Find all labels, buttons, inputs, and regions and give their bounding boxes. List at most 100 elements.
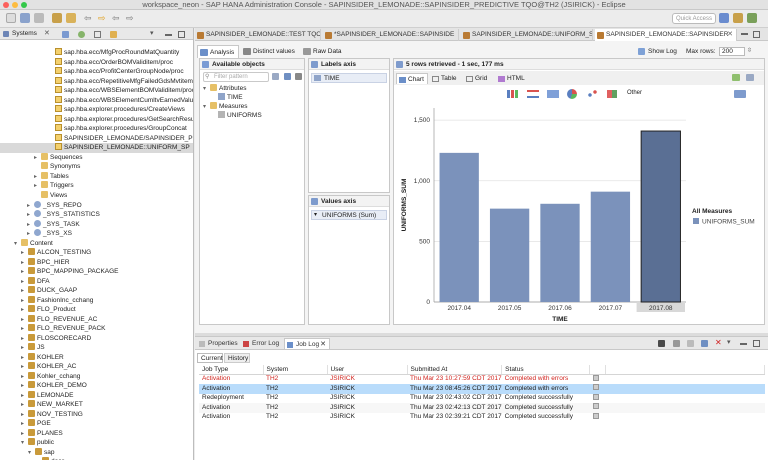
measure-toggle-icon[interactable] — [295, 73, 302, 80]
tab-distinct-values[interactable]: Distinct values — [241, 45, 299, 58]
forward-icon[interactable]: ⇨ — [98, 13, 108, 23]
bar-chart-type-icon[interactable] — [507, 90, 519, 98]
perspective-hana-icon[interactable] — [719, 13, 729, 23]
chart-settings-icon[interactable] — [734, 90, 746, 98]
tree-item[interactable]: SAPINSIDER_LEMONADE::UNIFORM_SP — [0, 143, 193, 153]
job-log-clear-icon[interactable] — [687, 340, 694, 347]
job-log-detail-icon[interactable] — [673, 340, 680, 347]
tree-item[interactable]: sap.hba.explorer.procedures/CreateViews — [0, 105, 193, 115]
job-log-action-icon[interactable] — [658, 340, 665, 347]
job-log-open-icon[interactable] — [701, 340, 708, 347]
tree-item[interactable]: ▸ NEW_MARKET — [0, 400, 193, 410]
maximize-view-icon[interactable] — [753, 340, 760, 347]
refresh-icon[interactable] — [78, 31, 85, 38]
database-icon[interactable] — [52, 13, 62, 23]
tab-html[interactable]: HTML — [496, 73, 530, 84]
area-chart-type-icon[interactable] — [547, 90, 559, 98]
minimize-editor-icon[interactable] — [741, 33, 748, 35]
tree-item[interactable]: ▸ BPC_MAPPING_PACKAGE — [0, 267, 193, 277]
tab-grid[interactable]: Grid — [464, 73, 494, 84]
tab-raw-data[interactable]: Raw Data — [301, 45, 347, 58]
tree-item[interactable]: ▸ _SYS_STATISTICS — [0, 210, 193, 220]
measure-uniforms[interactable]: UNIFORMS — [218, 111, 262, 121]
tab-error-log[interactable]: Error Log — [241, 338, 283, 349]
attribute-toggle-icon[interactable] — [284, 73, 291, 80]
tree-item[interactable]: ▸ PGE — [0, 419, 193, 429]
maximize-window-icon[interactable] — [21, 2, 27, 8]
tree-item[interactable]: ▸ Triggers — [0, 181, 193, 191]
log-details-icon[interactable] — [592, 384, 599, 390]
column-header[interactable]: User — [327, 365, 408, 375]
editor-tab[interactable]: SAPINSIDER_LEMONADE::TEST TQO@ — [195, 29, 321, 41]
tree-item[interactable]: Views — [0, 191, 193, 201]
close-window-icon[interactable] — [3, 2, 9, 8]
tree-item[interactable]: sap.hba.ecc/MfgProcRoundMatQuantity — [0, 48, 193, 58]
nav-next-icon[interactable]: ⇨ — [126, 13, 136, 23]
bar[interactable] — [439, 152, 479, 302]
tree-item[interactable]: Synonyms — [0, 162, 193, 172]
table-row[interactable]: Activation TH2 JSIRICK Thu Mar 23 02:42:13 … — [199, 403, 765, 413]
line-chart-type-icon[interactable] — [527, 90, 539, 98]
close-icon[interactable]: ✕ — [44, 28, 50, 40]
perspective-modeler-icon[interactable] — [747, 13, 757, 23]
tab-job-log[interactable]: Job Log ✕ — [284, 338, 330, 349]
tree-item[interactable]: ▸ DUCK_GAAP — [0, 286, 193, 296]
values-axis-item[interactable]: ▾ UNIFORMS (Sum) — [311, 210, 387, 220]
add-system-icon[interactable] — [62, 31, 69, 38]
save-icon[interactable] — [20, 13, 30, 23]
log-details-icon[interactable] — [592, 393, 599, 400]
other-chart-types-menu[interactable]: Other — [627, 89, 642, 98]
tree-item[interactable]: ▸ FLO_Product — [0, 305, 193, 315]
tree-item[interactable]: sap.hba.ecc/ProfitCenterGroupNode/proc — [0, 67, 193, 77]
subtab-current[interactable]: Current — [197, 353, 223, 363]
view-menu-icon[interactable]: ▾ — [150, 29, 154, 37]
tab-systems[interactable]: Systems — [12, 28, 37, 40]
view-menu-icon[interactable]: ▾ — [727, 338, 731, 346]
show-log-button[interactable]: Show Log — [648, 45, 677, 58]
log-details-icon[interactable] — [592, 403, 599, 409]
tree-item[interactable]: ▸ FLO_REVENUE_PACK — [0, 324, 193, 334]
pie-chart-type-icon[interactable] — [567, 89, 577, 99]
tab-analysis[interactable]: Analysis — [197, 45, 239, 58]
tab-table[interactable]: Table — [430, 73, 462, 84]
table-row[interactable]: Redeployment TH2 JSIRICK Thu Mar 23 02:43:0… — [199, 393, 765, 404]
sort-icon[interactable] — [272, 73, 279, 80]
minimize-window-icon[interactable] — [12, 2, 18, 8]
perspective-admin-icon[interactable] — [733, 13, 743, 23]
tree-item[interactable]: ▸ _SYS_XS — [0, 229, 193, 239]
quick-access-input[interactable]: Quick Access — [672, 13, 716, 24]
max-rows-stepper[interactable]: ⇳ — [747, 47, 752, 54]
tree-item[interactable]: ▸ KOHLER_DEMO — [0, 381, 193, 391]
table-row[interactable]: Activation TH2 JSIRICK Thu Mar 23 08:45:26 … — [199, 384, 765, 394]
tab-properties[interactable]: Properties — [197, 338, 241, 349]
link-editor-icon[interactable] — [110, 31, 117, 38]
heatmap-chart-type-icon[interactable] — [607, 90, 617, 98]
column-header[interactable]: Job Type — [199, 365, 264, 375]
bar[interactable] — [540, 203, 580, 302]
bar[interactable] — [640, 130, 681, 303]
tree-item[interactable]: ▸ ALCON_TESTING — [0, 248, 193, 258]
editor-tab[interactable]: *SAPINSIDER_LEMONADE::SAPINSIDE — [323, 29, 459, 41]
tree-item[interactable]: ▸ KOHLER_AC — [0, 362, 193, 372]
column-header[interactable]: Submitted At — [407, 365, 503, 375]
new-icon[interactable] — [6, 13, 16, 23]
editor-tab[interactable]: SAPINSIDER_LEMONADE::UNIFORM_S — [461, 29, 593, 41]
table-row[interactable]: Activation TH2 JSIRICK Thu Mar 23 10:27:59 … — [199, 374, 765, 384]
table-row[interactable]: Activation TH2 JSIRICK Thu Mar 23 02:39:21 … — [199, 412, 765, 423]
maximize-view-icon[interactable] — [178, 31, 185, 38]
maximize-editor-icon[interactable] — [753, 31, 760, 38]
copy-icon[interactable] — [746, 74, 754, 81]
tab-chart[interactable]: Chart — [396, 73, 428, 84]
close-icon[interactable]: ✕ — [320, 339, 326, 350]
minimize-view-icon[interactable] — [740, 343, 747, 345]
editor-tab[interactable]: SAPINSIDER_LEMONADE::SAPINSIDER ✕ — [595, 29, 737, 41]
bar[interactable] — [489, 208, 530, 302]
print-icon[interactable] — [34, 13, 44, 23]
job-log-remove-icon[interactable]: ✕ — [715, 337, 722, 349]
filter-input[interactable]: Filter pattern — [203, 72, 269, 82]
column-header[interactable]: Status — [501, 365, 591, 375]
subtab-history[interactable]: History — [224, 353, 250, 363]
max-rows-input[interactable]: 200 — [719, 47, 745, 56]
export-icon[interactable] — [732, 74, 740, 81]
minimize-view-icon[interactable] — [165, 34, 172, 36]
